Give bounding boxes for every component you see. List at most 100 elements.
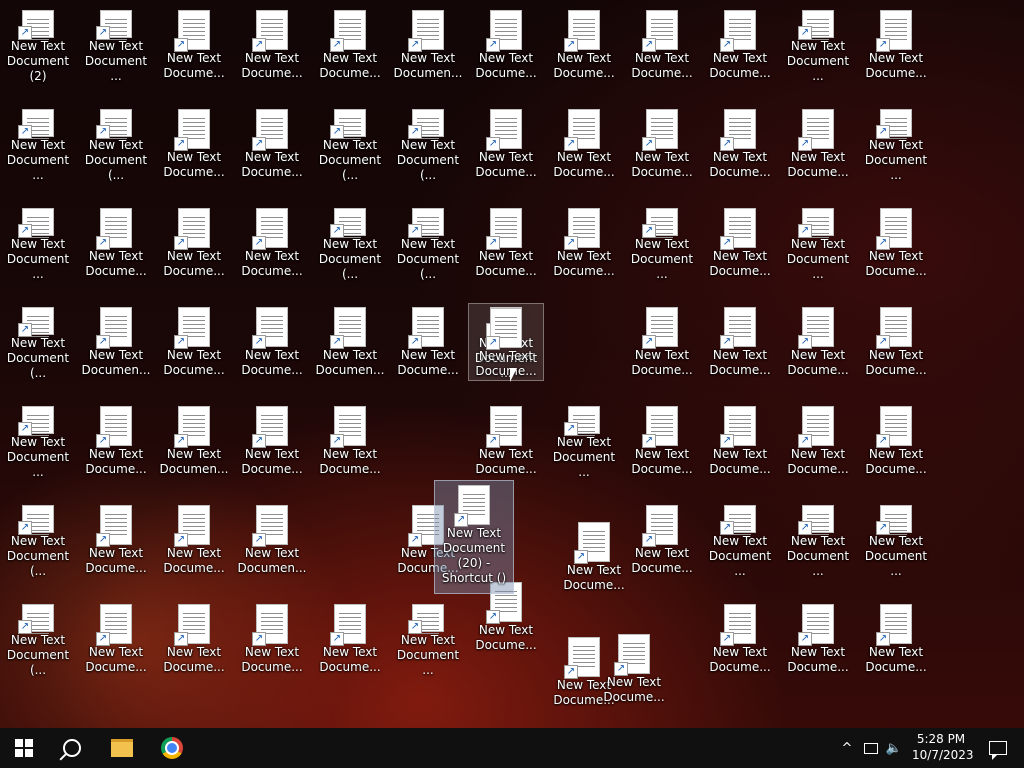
desktop-shortcut[interactable]: ↗ New Text Docume...	[312, 402, 388, 480]
desktop[interactable]: ↗ New Text Document (2) ↗ New Text Document…	[0, 0, 1024, 728]
desktop-shortcut[interactable]: ↗New Text Document ...	[0, 402, 76, 480]
desktop-shortcut[interactable]: ↗ New Text Docume...	[702, 600, 778, 678]
show-hidden-icons-chevron-icon[interactable]: ^	[838, 728, 856, 768]
text-document-icon: ↗	[720, 208, 756, 250]
desktop-shortcut[interactable]: ↗ New Text Docume...	[234, 204, 310, 282]
network-icon[interactable]	[862, 728, 880, 768]
desktop-shortcut[interactable]: ↗ New Text Docume...	[156, 204, 232, 282]
desktop-shortcut[interactable]: ↗New Text Document ...	[780, 204, 856, 282]
desktop-shortcut[interactable]: ↗ New Text Document (...	[390, 105, 466, 183]
desktop-shortcut[interactable]: ↗ New Text Docume...	[546, 204, 622, 282]
desktop-shortcut[interactable]: ↗New Text Document ...	[780, 501, 856, 579]
desktop-shortcut[interactable]: ↗New Text Document ...	[702, 501, 778, 579]
desktop-shortcut[interactable]: ↗ New Text Docume...	[702, 204, 778, 282]
desktop-shortcut[interactable]: ↗ New Text Docume...	[78, 204, 154, 282]
start-button[interactable]	[0, 728, 48, 768]
desktop-shortcut[interactable]: ↗ New Text Docume...	[780, 105, 856, 183]
desktop-shortcut[interactable]: ↗ New Text Docume...	[702, 402, 778, 480]
desktop-shortcut[interactable]: ↗ New Text Docume...	[390, 303, 466, 381]
desktop-shortcut[interactable]: ↗ New Text Docume...	[78, 402, 154, 480]
desktop-shortcut[interactable]: ↗ New Text Docume...	[858, 402, 934, 480]
desktop-shortcut[interactable]: ↗ New Text Docume...	[156, 105, 232, 183]
desktop-shortcut[interactable]: ↗ New Text Docume...	[624, 303, 700, 381]
desktop-shortcut[interactable]: ↗ New Text Documen...	[78, 303, 154, 381]
desktop-shortcut[interactable]: ↗ New Text Docume...	[596, 630, 672, 708]
action-center-button[interactable]	[978, 728, 1018, 768]
desktop-shortcut[interactable]: ↗New Text Document ...	[624, 204, 700, 282]
desktop-shortcut-label: New Text Docume...	[631, 348, 693, 377]
shortcut-arrow-icon: ↗	[486, 610, 500, 624]
desktop-shortcut[interactable]: ↗ New Text Docume...	[858, 600, 934, 678]
desktop-shortcut[interactable]: ↗ New Text Documen...	[390, 6, 466, 84]
text-document-icon: ↗	[720, 505, 756, 536]
desktop-shortcut[interactable]: ↗New Text Document ...	[546, 402, 622, 480]
desktop-shortcut[interactable]: ↗ New Text Documen...	[234, 501, 310, 579]
text-document-icon: ↗	[252, 10, 288, 52]
desktop-shortcut[interactable]: ↗ New Text Document (...	[0, 501, 76, 579]
volume-icon[interactable]: 🔈	[884, 728, 904, 768]
desktop-shortcut[interactable]: ↗New Text Document ...	[780, 6, 856, 84]
desktop-shortcut[interactable]: ↗ New Text Docume...	[858, 303, 934, 381]
desktop-shortcut[interactable]: ↗ New Text Docume...	[624, 501, 700, 579]
desktop-shortcut[interactable]: ↗ New Text Docume...	[468, 105, 544, 183]
desktop-shortcut[interactable]: ↗ New Text Docume...	[858, 204, 934, 282]
desktop-shortcut[interactable]: ↗ New Text Document (...	[390, 204, 466, 282]
desktop-shortcut[interactable]: ↗New Text Document ...	[78, 6, 154, 84]
desktop-shortcut[interactable]: ↗ New Text Docume...	[546, 6, 622, 84]
desktop-shortcut[interactable]: ↗ New Text Docume...	[234, 6, 310, 84]
desktop-shortcut[interactable]: ↗ New Text Docume...	[78, 600, 154, 678]
desktop-shortcut[interactable]: ↗ New Text Docume...	[702, 105, 778, 183]
desktop-shortcut[interactable]: ↗ New Text Docume...	[780, 402, 856, 480]
desktop-shortcut[interactable]: ↗New Text Document ...	[390, 600, 466, 678]
desktop-shortcut[interactable]: ↗ New Text Document (2)	[0, 6, 76, 84]
text-document-icon: ↗	[486, 10, 522, 52]
desktop-shortcut[interactable]: ↗ New Text Document (...	[312, 204, 388, 282]
desktop-shortcut[interactable]: ↗ New Text Docume...	[468, 6, 544, 84]
desktop-shortcut[interactable]: ↗ New Text Docume...	[556, 518, 632, 596]
desktop-shortcut[interactable]: ↗ New Text Docume...	[780, 600, 856, 678]
desktop-shortcut[interactable]: ↗ New Text Documen...	[156, 402, 232, 480]
desktop-shortcut[interactable]: ↗ New Text Document (...	[78, 105, 154, 183]
desktop-shortcut[interactable]: ↗New Text Document ...	[0, 105, 76, 183]
desktop-shortcut[interactable]: ↗New Text Document ...	[858, 501, 934, 579]
desktop-shortcut[interactable]: ↗ New Text Docume...	[780, 303, 856, 381]
desktop-shortcut[interactable]: ↗ New Text Docume...	[156, 6, 232, 84]
clock[interactable]: 5:28 PM 10/7/2023	[912, 731, 974, 763]
desktop-shortcut-label: New Text Document ...	[84, 39, 148, 83]
desktop-shortcut[interactable]: ↗ New Text Docume...	[234, 402, 310, 480]
desktop-shortcut[interactable]: ↗ New Text Docume...	[624, 6, 700, 84]
desktop-shortcut[interactable]: ↗ New Text Docume...	[624, 105, 700, 183]
desktop-shortcut[interactable]: ↗ New Text Docume...	[624, 402, 700, 480]
desktop-shortcut[interactable]: ↗ New Text Docume...	[234, 303, 310, 381]
desktop-shortcut[interactable]: ↗ New Text Docume...	[858, 6, 934, 84]
desktop-shortcut-label: New Text Docume...	[865, 645, 927, 674]
desktop-shortcut[interactable]: ↗ New Text Docume...	[234, 105, 310, 183]
desktop-shortcut[interactable]: ↗ New Text Docume...	[702, 6, 778, 84]
desktop-shortcut-label: New Text Docume...	[709, 447, 771, 476]
desktop-shortcut[interactable]: ↗New Text Document ...	[0, 204, 76, 282]
desktop-shortcut[interactable]: ↗ New Text Docume...	[156, 303, 232, 381]
desktop-shortcut[interactable]: ↗ New Text Document (...	[312, 105, 388, 183]
desktop-shortcut[interactable]: ↗ New Text Docume...	[468, 402, 544, 480]
desktop-shortcut[interactable]: ↗ New Text Docume...	[546, 105, 622, 183]
desktop-shortcut[interactable]: ↗ New Text Document (...	[0, 600, 76, 678]
desktop-shortcut[interactable]: ↗ New Text Docume...	[234, 600, 310, 678]
desktop-shortcut[interactable]: ↗ New Text Docume...	[312, 6, 388, 84]
desktop-shortcut-label: New Text Docume...	[475, 447, 537, 476]
search-button[interactable]	[48, 728, 96, 768]
text-document-icon: ↗	[876, 604, 912, 646]
desktop-shortcut[interactable]: ↗ New Text Docume...	[156, 501, 232, 579]
file-explorer-button[interactable]	[98, 728, 146, 768]
shortcut-arrow-icon: ↗	[408, 620, 422, 634]
desktop-shortcut[interactable]: ↗ New Text Docume...	[702, 303, 778, 381]
desktop-shortcut[interactable]: ↗ New Text Docume...	[156, 600, 232, 678]
text-document-icon: ↗	[642, 307, 678, 349]
desktop-shortcut[interactable]: ↗ New Text Docume...	[468, 303, 544, 381]
desktop-shortcut[interactable]: ↗ New Text Docume...	[78, 501, 154, 579]
desktop-shortcut[interactable]: ↗ New Text Documen...	[312, 303, 388, 381]
chrome-button[interactable]	[148, 728, 196, 768]
desktop-shortcut[interactable]: ↗New Text Document ...	[858, 105, 934, 183]
desktop-shortcut[interactable]: ↗ New Text Document (...	[0, 303, 76, 381]
desktop-shortcut[interactable]: ↗ New Text Docume...	[312, 600, 388, 678]
desktop-shortcut[interactable]: ↗ New Text Docume...	[468, 204, 544, 282]
